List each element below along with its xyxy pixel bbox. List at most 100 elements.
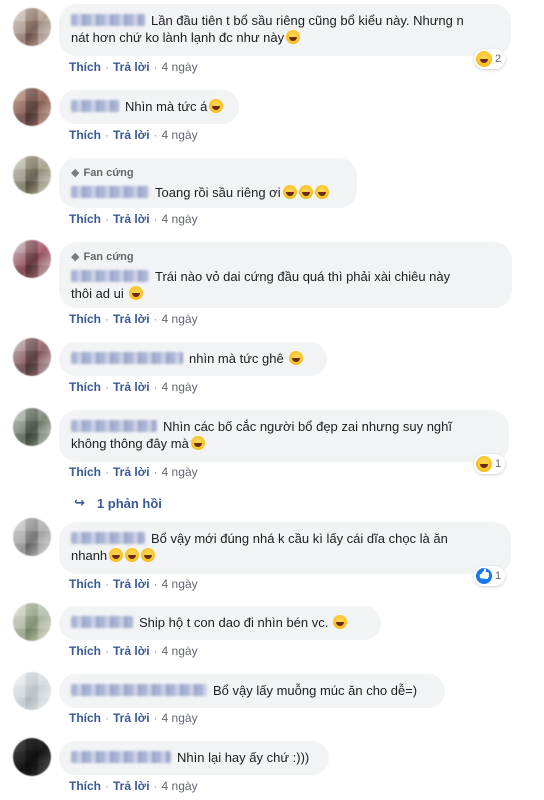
avatar[interactable] (13, 518, 51, 556)
avatar[interactable] (13, 672, 51, 710)
reply-link[interactable]: Trả lời (113, 711, 150, 725)
timestamp[interactable]: 4 ngày (162, 212, 198, 226)
replies-count: 1 phản hồi (96, 495, 162, 511)
commenter-name[interactable] (71, 100, 119, 112)
comment-bubble: Nhìn lại hay ấy chứ :))) (59, 741, 329, 775)
reaction-count: 2 (495, 53, 502, 65)
reply-arrow-icon: ↪ (74, 495, 85, 510)
avatar[interactable] (13, 240, 51, 278)
like-link[interactable]: Thích (69, 644, 101, 658)
comment-bubble: nhìn mà tức ghê (59, 342, 327, 376)
fan-badge: ◆ Fan cứng (71, 167, 134, 179)
timestamp[interactable]: 4 ngày (162, 380, 198, 394)
comment-text-line2: nát hơn chứ ko lành lạnh đc như này (71, 30, 285, 45)
commenter-name[interactable] (71, 751, 171, 763)
comment-text: Lần đầu tiên t bổ sầu riêng cũng bổ kiểu… (151, 13, 464, 28)
comment-bubble: Lần đầu tiên t bổ sầu riêng cũng bổ kiểu… (59, 4, 511, 56)
reaction-badge[interactable]: 1 (474, 566, 506, 586)
reply-link[interactable]: Trả lời (113, 60, 150, 74)
like-link[interactable]: Thích (69, 60, 101, 74)
commenter-name[interactable] (71, 616, 133, 628)
reply-link[interactable]: Trả lời (113, 644, 150, 658)
comment-bubble: ◆ Fan cứng Toang rồi sầu riêng ơi (59, 158, 357, 208)
reply-link[interactable]: Trả lời (113, 577, 150, 591)
timestamp[interactable]: 4 ngày (162, 465, 198, 479)
like-link[interactable]: Thích (69, 577, 101, 591)
comment-text: Nhìn mà tức á (125, 99, 208, 114)
reply-link[interactable]: Trả lời (113, 465, 150, 479)
laughing-emoji-icon (286, 30, 301, 44)
grinning-emoji-icon (128, 286, 143, 300)
comment-bubble: Nhìn mà tức á (59, 90, 239, 124)
commenter-name[interactable] (71, 532, 145, 544)
comment-actions: Thích · Trả lời · 4 ngày (69, 577, 198, 591)
commenter-name[interactable] (71, 14, 145, 26)
haha-reaction-icon (476, 51, 492, 67)
comment-actions: Thích · Trả lời · 4 ngày (69, 644, 198, 658)
comment-text-line2: không thông đây mà (71, 436, 189, 451)
fan-badge: ◆ Fan cứng (71, 251, 134, 263)
diamond-icon: ◆ (71, 167, 80, 179)
like-link[interactable]: Thích (69, 128, 101, 142)
crying-emoji-icon (298, 185, 313, 199)
comment-actions: Thích · Trả lời · 4 ngày (69, 312, 198, 326)
comment-text: Toang rồi sầu riêng ơi (155, 185, 281, 200)
comment-text: nhìn mà tức ghê (189, 351, 284, 366)
comment-text: Nhìn các bố cắc người bổ đẹp zai nhưng s… (163, 419, 452, 434)
haha-reaction-icon (476, 456, 492, 472)
commenter-name[interactable] (71, 420, 157, 432)
timestamp[interactable]: 4 ngày (162, 128, 198, 142)
commenter-name[interactable] (71, 270, 149, 282)
avatar[interactable] (13, 88, 51, 126)
comment-text: Bổ vậy lấy muỗng múc ăn cho dễ=) (213, 683, 418, 698)
laughing-emoji-icon (333, 615, 348, 629)
timestamp[interactable]: 4 ngày (162, 779, 198, 793)
commenter-name[interactable] (71, 186, 149, 198)
comment-text: Trái nào vỏ dai cứng đầu quá thì phải xà… (155, 269, 451, 284)
reply-link[interactable]: Trả lời (113, 212, 150, 226)
laughing-emoji-icon (209, 99, 224, 113)
timestamp[interactable]: 4 ngày (162, 60, 198, 74)
like-link[interactable]: Thích (69, 779, 101, 793)
reaction-badge[interactable]: 1 (474, 454, 506, 474)
crying-emoji-icon (282, 185, 297, 199)
reply-link[interactable]: Trả lời (113, 380, 150, 394)
reply-link[interactable]: Trả lời (113, 779, 150, 793)
comment-actions: Thích · Trả lời · 4 ngày (69, 711, 198, 725)
timestamp[interactable]: 4 ngày (162, 312, 198, 326)
timestamp[interactable]: 4 ngày (162, 644, 198, 658)
comment-actions: Thích · Trả lời · 4 ngày (69, 380, 198, 394)
like-link[interactable]: Thích (69, 711, 101, 725)
comment-actions: Thích · Trả lời · 4 ngày (69, 60, 198, 74)
avatar[interactable] (13, 8, 51, 46)
grimacing-emoji-icon (190, 436, 205, 450)
view-replies-link[interactable]: ↪ 1 phản hồi (74, 495, 162, 511)
like-link[interactable]: Thích (69, 465, 101, 479)
timestamp[interactable]: 4 ngày (162, 711, 198, 725)
comment-text-line2: nhanh (71, 548, 108, 563)
comment-actions: Thích · Trả lời · 4 ngày (69, 465, 198, 479)
comment-bubble: Bổ vậy mới đúng nhá k cầu kì lấy cái dĩa… (59, 522, 511, 574)
like-link[interactable]: Thích (69, 380, 101, 394)
commenter-name[interactable] (71, 684, 207, 696)
comment-text-line2: thôi ad ui (71, 286, 124, 301)
avatar[interactable] (13, 156, 51, 194)
reaction-count: 1 (495, 570, 502, 582)
comment-text: Ship hộ t con dao đi nhìn bén vc. (139, 615, 329, 630)
avatar[interactable] (13, 338, 51, 376)
commenter-name[interactable] (71, 352, 183, 364)
like-link[interactable]: Thích (69, 212, 101, 226)
timestamp[interactable]: 4 ngày (162, 577, 198, 591)
reaction-badge[interactable]: 2 (474, 49, 506, 69)
comment-bubble: Bổ vậy lấy muỗng múc ăn cho dễ=) (59, 674, 445, 708)
avatar[interactable] (13, 738, 51, 776)
laughing-emoji-icon (109, 548, 124, 562)
comment-actions: Thích · Trả lời · 4 ngày (69, 779, 198, 793)
like-link[interactable]: Thích (69, 312, 101, 326)
avatar[interactable] (13, 408, 51, 446)
avatar[interactable] (13, 603, 51, 641)
like-reaction-icon (476, 568, 492, 584)
comment-actions: Thích · Trả lời · 4 ngày (69, 212, 198, 226)
reply-link[interactable]: Trả lời (113, 312, 150, 326)
reply-link[interactable]: Trả lời (113, 128, 150, 142)
